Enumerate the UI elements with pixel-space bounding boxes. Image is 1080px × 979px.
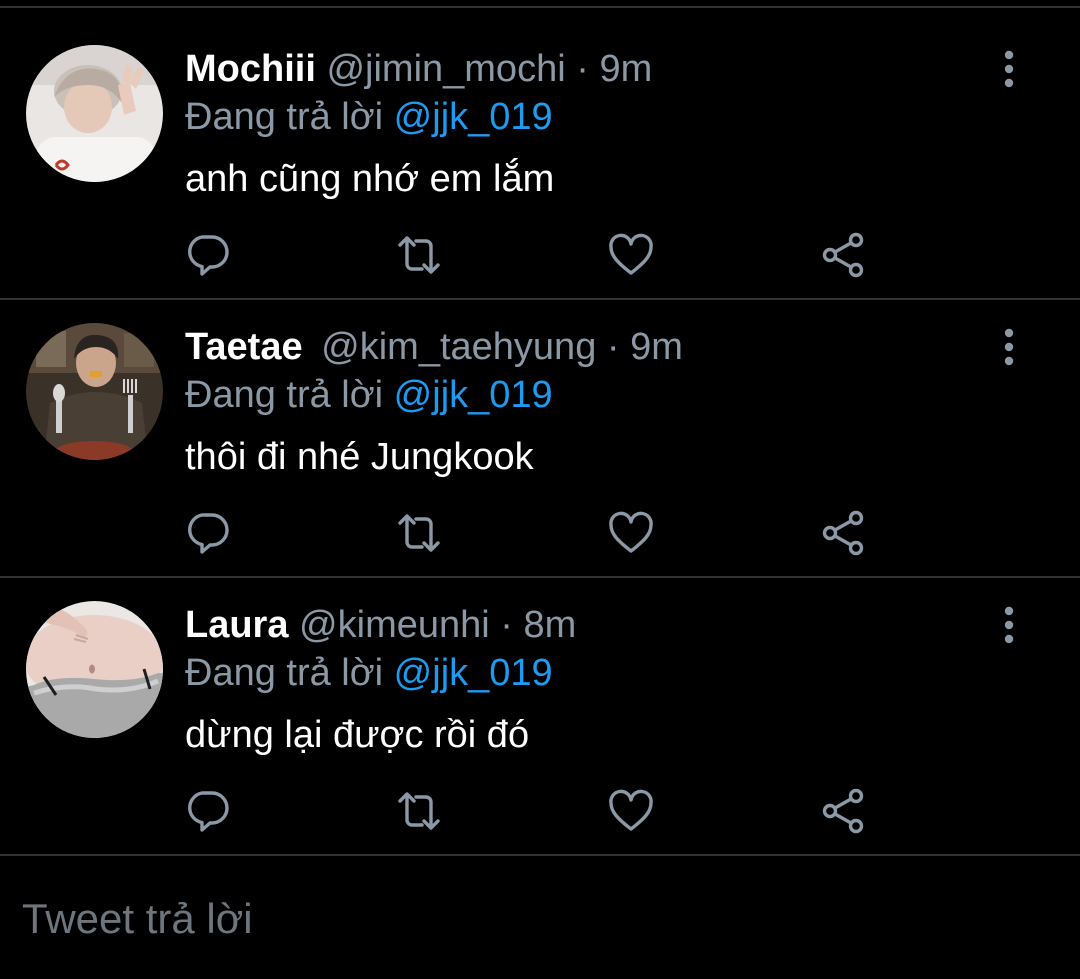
share-icon[interactable] [820, 788, 866, 834]
replying-to-mention[interactable]: @jjk_019 [394, 96, 553, 138]
timestamp[interactable]: 9m [630, 326, 683, 368]
separator-dot: · [606, 326, 620, 368]
tweet-header: Laura @kimeunhi · 8m [185, 602, 576, 648]
more-vertical-icon[interactable] [990, 328, 1028, 366]
avatar[interactable] [26, 601, 163, 738]
share-icon[interactable] [820, 232, 866, 278]
replying-to-label: Đang trả lời [185, 96, 384, 138]
replying-to-label: Đang trả lời [185, 652, 384, 694]
top-divider [0, 6, 1080, 8]
tweet-text: anh cũng nhớ em lắm [185, 158, 555, 200]
retweet-icon[interactable] [396, 788, 442, 834]
display-name[interactable]: Mochiii [185, 48, 316, 90]
avatar[interactable] [26, 45, 163, 182]
tweet-text: dừng lại được rồi đó [185, 714, 530, 756]
tweet-header: Mochiii @jimin_mochi · 9m [185, 46, 652, 92]
reply-icon[interactable] [185, 232, 231, 278]
separator-dot: · [576, 48, 589, 90]
more-vertical-icon[interactable] [990, 606, 1028, 644]
timestamp[interactable]: 8m [523, 604, 576, 646]
separator-dot: · [500, 604, 513, 646]
retweet-icon[interactable] [396, 510, 442, 556]
like-icon[interactable] [608, 510, 654, 556]
like-icon[interactable] [608, 788, 654, 834]
like-icon[interactable] [608, 232, 654, 278]
replying-to-mention[interactable]: @jjk_019 [394, 374, 553, 416]
replying-to-mention[interactable]: @jjk_019 [394, 652, 553, 694]
tweet-header: Taetae @kim_taehyung · 9m [185, 324, 683, 370]
timestamp[interactable]: 9m [599, 48, 652, 90]
more-vertical-icon[interactable] [990, 50, 1028, 88]
avatar[interactable] [26, 323, 163, 460]
tweet-item[interactable]: Laura @kimeunhi · 8m Đang trả lời @jjk_0… [0, 578, 1080, 856]
reply-icon[interactable] [185, 510, 231, 556]
reply-icon[interactable] [185, 788, 231, 834]
retweet-icon[interactable] [396, 232, 442, 278]
replying-to-line: Đang trả lời @jjk_019 [185, 94, 553, 140]
replying-to-line: Đang trả lời @jjk_019 [185, 650, 553, 696]
replying-to-line: Đang trả lời @jjk_019 [185, 372, 553, 418]
tweet-item[interactable]: Mochiii @jimin_mochi · 9m Đang trả lời @… [0, 22, 1080, 300]
user-handle[interactable]: @jimin_mochi [326, 48, 565, 90]
tweet-text: thôi đi nhé Jungkook [185, 436, 534, 478]
reply-compose-bar[interactable]: Tweet trả lời [0, 858, 1080, 979]
tweet-actions [0, 510, 1080, 560]
display-name[interactable]: Taetae [185, 326, 303, 368]
user-handle[interactable]: @kimeunhi [299, 604, 490, 646]
tweet-actions [0, 232, 1080, 282]
tweet-actions [0, 788, 1080, 838]
tweet-divider [0, 854, 1080, 856]
display-name[interactable]: Laura [185, 604, 288, 646]
share-icon[interactable] [820, 510, 866, 556]
tweet-item[interactable]: Taetae @kim_taehyung · 9m Đang trả lời @… [0, 300, 1080, 578]
reply-compose-placeholder[interactable]: Tweet trả lời [22, 896, 253, 942]
replying-to-label: Đang trả lời [185, 374, 384, 416]
user-handle[interactable]: @kim_taehyung [321, 326, 596, 368]
